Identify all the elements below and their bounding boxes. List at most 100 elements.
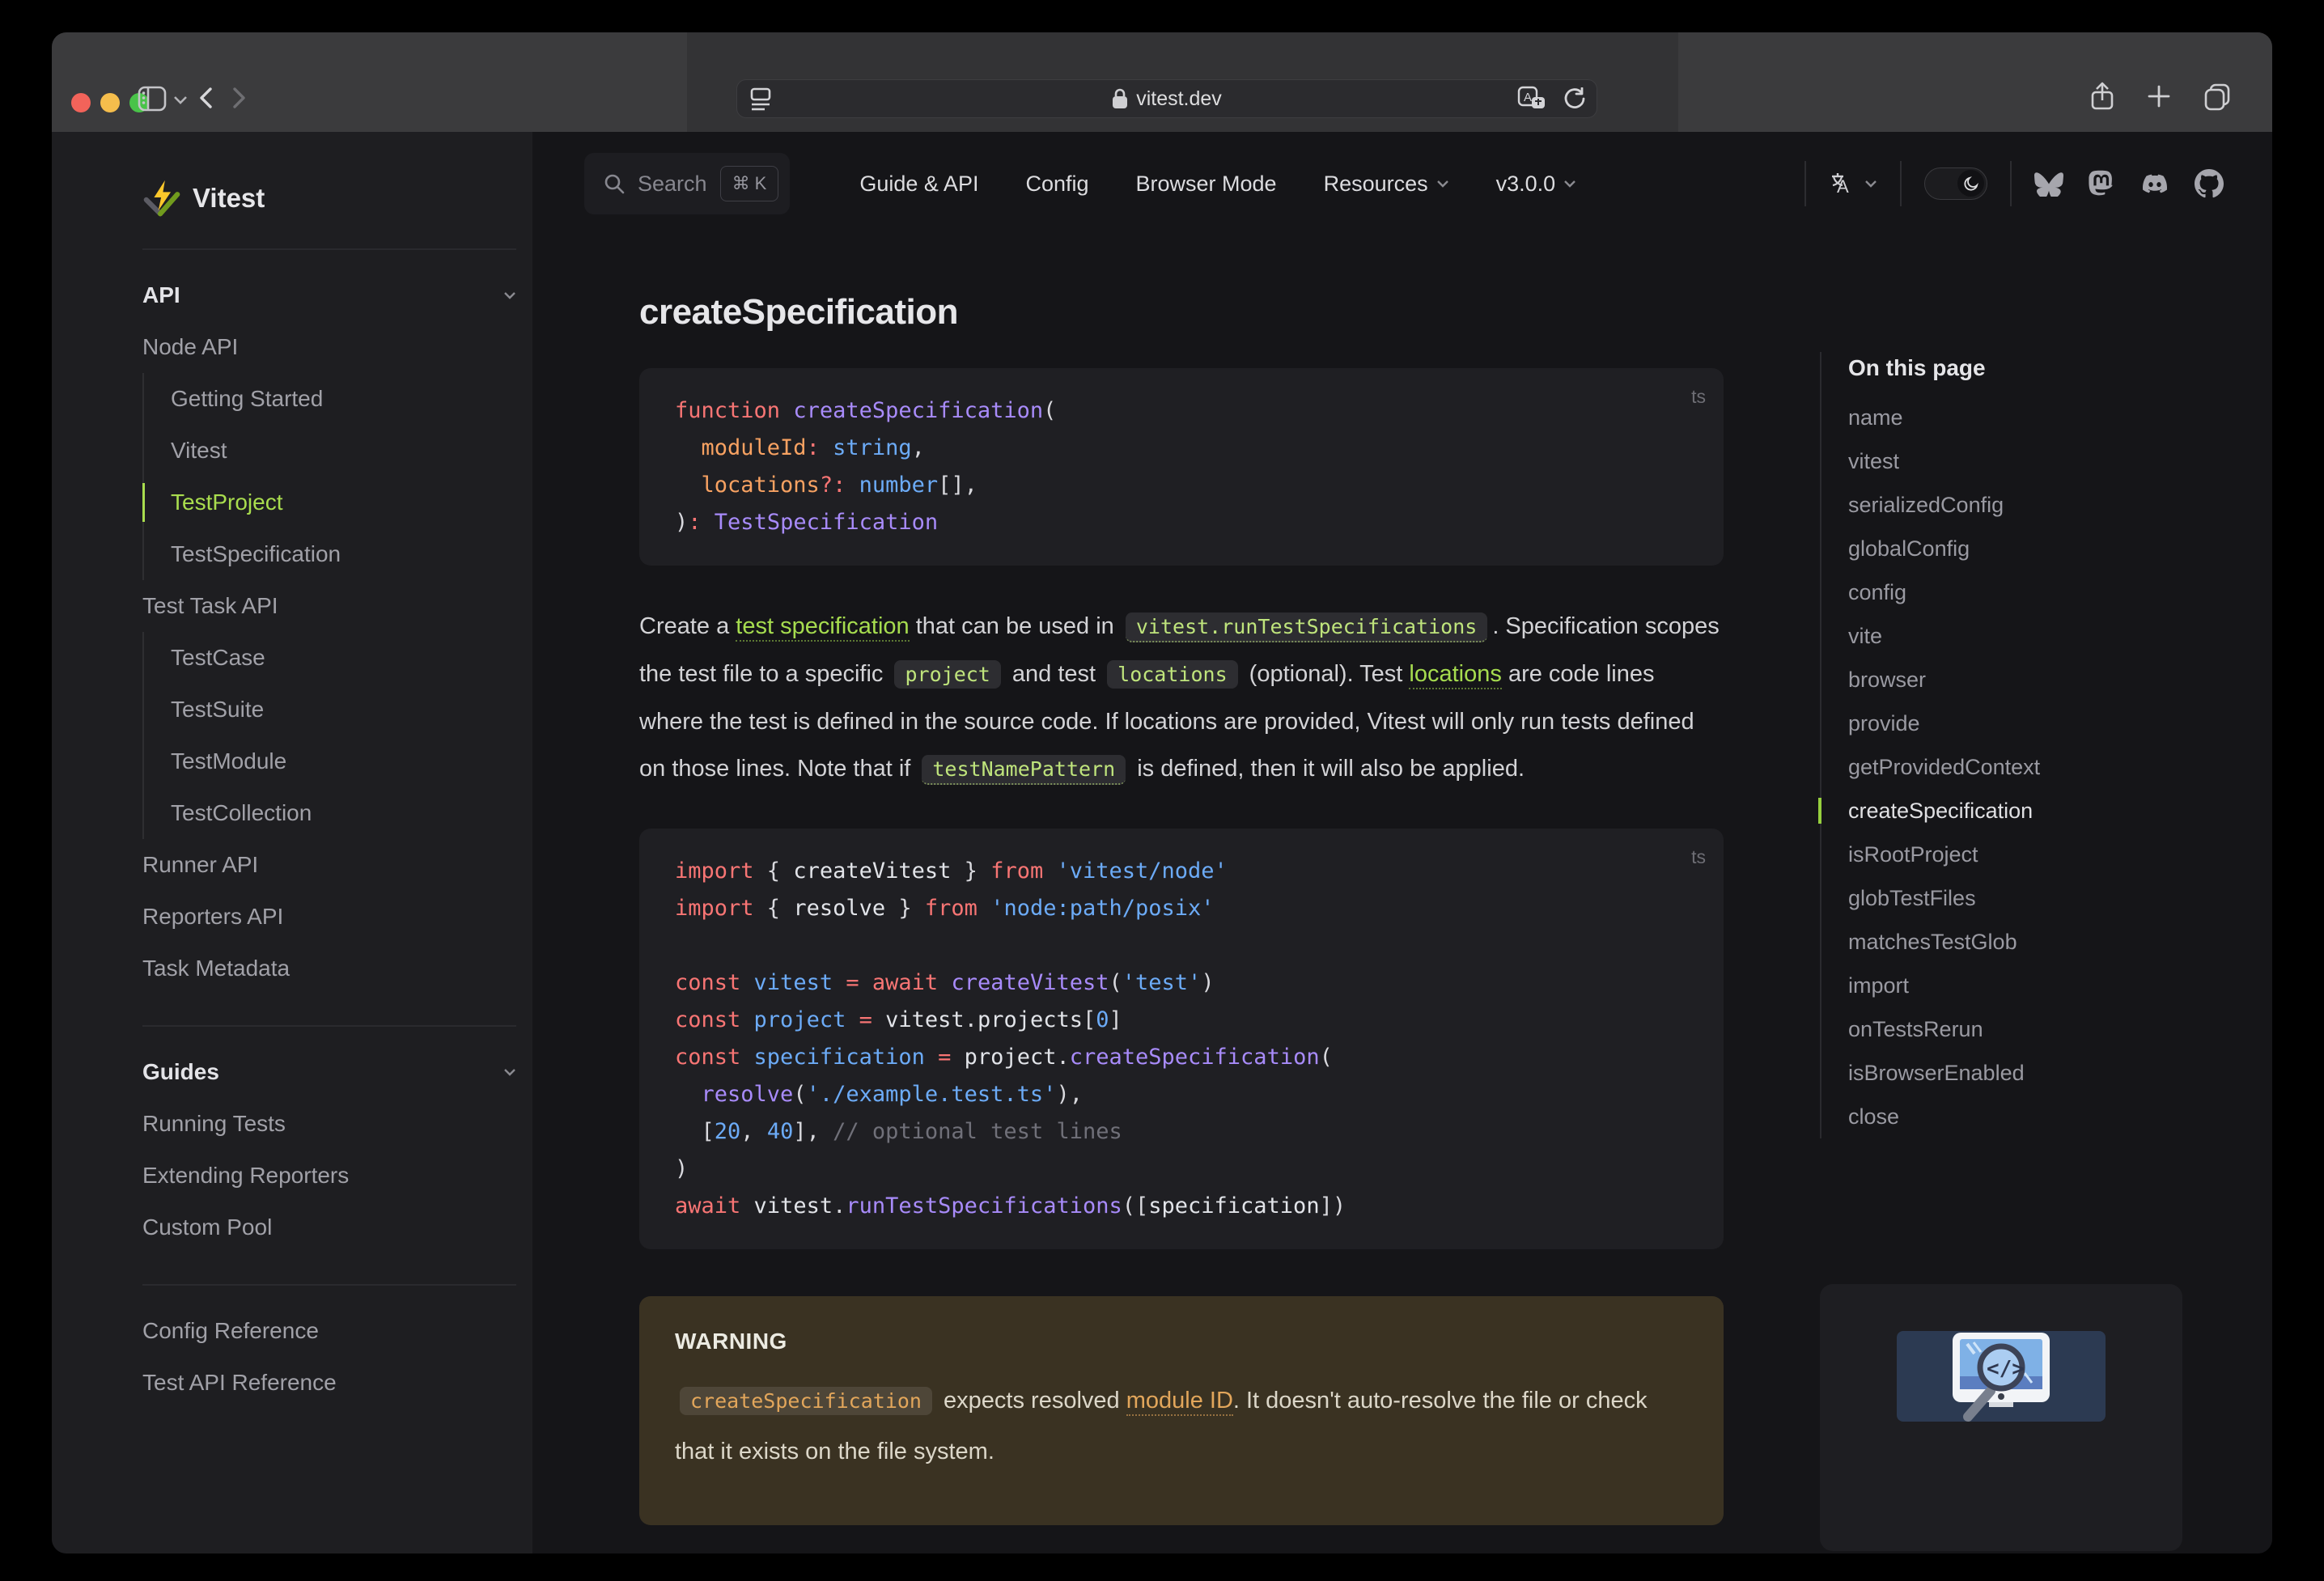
url-text: vitest.dev bbox=[1136, 87, 1222, 110]
lock-icon bbox=[1113, 88, 1128, 108]
inline-code: createSpecification bbox=[680, 1387, 932, 1415]
outline-item-isbrowserenabled[interactable]: isBrowserEnabled bbox=[1848, 1051, 2272, 1095]
discord-icon[interactable] bbox=[2140, 172, 2170, 196]
language-menu[interactable]: A bbox=[1829, 170, 1877, 197]
sidebar-divider bbox=[142, 1025, 516, 1027]
bluesky-icon[interactable] bbox=[2034, 171, 2063, 197]
chevron-down-icon bbox=[504, 291, 515, 299]
outline-item-isrootproject[interactable]: isRootProject bbox=[1848, 833, 2272, 876]
tab-overview-icon[interactable] bbox=[2203, 82, 2232, 111]
sidebar-item-getting-started[interactable]: Getting Started bbox=[171, 373, 516, 425]
brand[interactable]: Vitest bbox=[142, 132, 516, 218]
outline-item-globtestfiles[interactable]: globTestFiles bbox=[1848, 876, 2272, 920]
svg-text:</>: </> bbox=[1987, 1357, 2025, 1381]
sidebar-group-title[interactable]: Guides bbox=[142, 1046, 516, 1098]
share-icon[interactable] bbox=[2089, 81, 2115, 112]
sidebar-item-config-reference[interactable]: Config Reference bbox=[142, 1305, 516, 1357]
divider bbox=[1804, 161, 1806, 206]
outline-item-matchestestglob[interactable]: matchesTestGlob bbox=[1848, 920, 2272, 964]
github-icon[interactable] bbox=[2195, 169, 2224, 198]
outline-item-createspecification[interactable]: createSpecification bbox=[1818, 789, 2272, 833]
sidebar-toggle-icon[interactable] bbox=[138, 86, 167, 112]
outline-item-ontestsrerun[interactable]: onTestsRerun bbox=[1848, 1007, 2272, 1051]
doc-area: createSpecification ts function createSpe… bbox=[532, 235, 2272, 1551]
sidebar-item-reporters-api[interactable]: Reporters API bbox=[142, 891, 516, 943]
warning-text: createSpecification expects resolved mod… bbox=[675, 1387, 1648, 1464]
sidebar-item-vitest[interactable]: Vitest bbox=[171, 425, 516, 477]
outline-item-import[interactable]: import bbox=[1848, 964, 2272, 1007]
outline-item-globalconfig[interactable]: globalConfig bbox=[1848, 527, 2272, 570]
sidebar-item-extending-reporters[interactable]: Extending Reporters bbox=[142, 1150, 516, 1202]
svg-text:A: A bbox=[1837, 176, 1849, 197]
chevron-down-icon bbox=[504, 1068, 515, 1076]
page-title: createSpecification bbox=[639, 292, 959, 332]
sidebar-item-testspecification[interactable]: TestSpecification bbox=[171, 528, 516, 580]
outline-item-getprovidedcontext[interactable]: getProvidedContext bbox=[1848, 745, 2272, 789]
outline-item-close[interactable]: close bbox=[1848, 1095, 2272, 1138]
back-icon[interactable] bbox=[196, 86, 217, 110]
inline-link[interactable]: test specification bbox=[736, 613, 910, 642]
code-magnifier-monitor-illustration: </> bbox=[1897, 1331, 2106, 1422]
code-block-signature: ts function createSpecification( moduleId… bbox=[639, 368, 1724, 566]
top-nav: Guide & API Config Browser Mode Resources v3… bbox=[859, 172, 1576, 197]
theme-toggle[interactable] bbox=[1924, 167, 1987, 200]
sidebar-item-testsuite[interactable]: TestSuite bbox=[171, 684, 516, 735]
sidebar-item-testcase[interactable]: TestCase bbox=[171, 632, 516, 684]
on-this-page: On this page name vitest serializedConfig g… bbox=[1818, 352, 2272, 1551]
svg-text:A: A bbox=[1524, 91, 1532, 104]
sidebar-item-runner-api[interactable]: Runner API bbox=[142, 839, 516, 891]
chevron-down-icon bbox=[1436, 180, 1448, 188]
minimize-button[interactable] bbox=[100, 93, 120, 112]
vitest-logo-icon bbox=[143, 180, 180, 217]
sidebar-item-testproject[interactable]: TestProject bbox=[142, 477, 516, 528]
chevron-down-icon bbox=[1865, 180, 1877, 188]
sidebar-nav: API Node API Getting Started Vitest TestProj… bbox=[142, 248, 516, 1409]
inline-code: project bbox=[894, 660, 1001, 689]
address-bar[interactable]: vitest.dev A bbox=[736, 79, 1597, 118]
nav-dropdown-resources[interactable]: Resources bbox=[1324, 172, 1449, 197]
nav-link-guide-api[interactable]: Guide & API bbox=[859, 172, 978, 197]
code-lang-badge: ts bbox=[1691, 386, 1706, 407]
sidebar-group-title[interactable]: API bbox=[142, 269, 516, 321]
sidebar-item-testmodule[interactable]: TestModule bbox=[171, 735, 516, 787]
outline-item-vite[interactable]: vite bbox=[1848, 614, 2272, 658]
outline-item-vitest[interactable]: vitest bbox=[1848, 439, 2272, 483]
sidebar-item-test-task-api[interactable]: Test Task API bbox=[142, 580, 516, 632]
inline-code-link[interactable]: vitest.runTestSpecifications bbox=[1125, 612, 1488, 642]
mastodon-icon[interactable] bbox=[2088, 169, 2115, 198]
header-right: A bbox=[1804, 161, 2224, 206]
sidebar-item-node-api[interactable]: Node API bbox=[142, 321, 516, 373]
inline-link[interactable]: locations bbox=[1409, 661, 1502, 689]
sidebar-nested-group: Getting Started Vitest TestProject TestSpec… bbox=[142, 373, 516, 580]
sponsor-card[interactable]: </> bbox=[1820, 1284, 2182, 1551]
close-button[interactable] bbox=[71, 93, 91, 112]
sidebar-item-test-api-reference[interactable]: Test API Reference bbox=[142, 1357, 516, 1409]
outline-item-name[interactable]: name bbox=[1848, 396, 2272, 439]
new-tab-icon[interactable] bbox=[2146, 83, 2172, 109]
divider bbox=[1900, 161, 1902, 206]
language-icon: A bbox=[1832, 173, 1849, 197]
nav-link-browser-mode[interactable]: Browser Mode bbox=[1136, 172, 1277, 197]
translate-icon[interactable]: A bbox=[1517, 86, 1550, 112]
brand-name: Vitest bbox=[193, 183, 265, 213]
inline-code: locations bbox=[1107, 660, 1238, 689]
sidebar-item-task-metadata[interactable]: Task Metadata bbox=[142, 943, 516, 994]
inline-code-link[interactable]: testNamePattern bbox=[922, 755, 1126, 785]
divider bbox=[2010, 161, 2012, 206]
outline-item-config[interactable]: config bbox=[1848, 570, 2272, 614]
sidebar-item-testcollection[interactable]: TestCollection bbox=[171, 787, 516, 839]
chevron-down-icon[interactable] bbox=[173, 95, 188, 105]
article: createSpecification ts function createSpe… bbox=[639, 292, 1724, 1525]
search-button[interactable]: Search ⌘ K bbox=[584, 153, 791, 214]
inline-link[interactable]: module ID bbox=[1126, 1388, 1233, 1416]
forward-icon[interactable] bbox=[228, 86, 249, 110]
nav-link-config[interactable]: Config bbox=[1025, 172, 1088, 197]
outline-item-serializedconfig[interactable]: serializedConfig bbox=[1848, 483, 2272, 527]
sidebar-item-custom-pool[interactable]: Custom Pool bbox=[142, 1202, 516, 1253]
sidebar-item-running-tests[interactable]: Running Tests bbox=[142, 1098, 516, 1150]
outline-item-provide[interactable]: provide bbox=[1848, 701, 2272, 745]
social-links bbox=[2034, 169, 2224, 198]
outline-item-browser[interactable]: browser bbox=[1848, 658, 2272, 701]
reload-icon[interactable] bbox=[1563, 87, 1585, 110]
nav-dropdown-v3-0-0[interactable]: v3.0.0 bbox=[1496, 172, 1577, 197]
